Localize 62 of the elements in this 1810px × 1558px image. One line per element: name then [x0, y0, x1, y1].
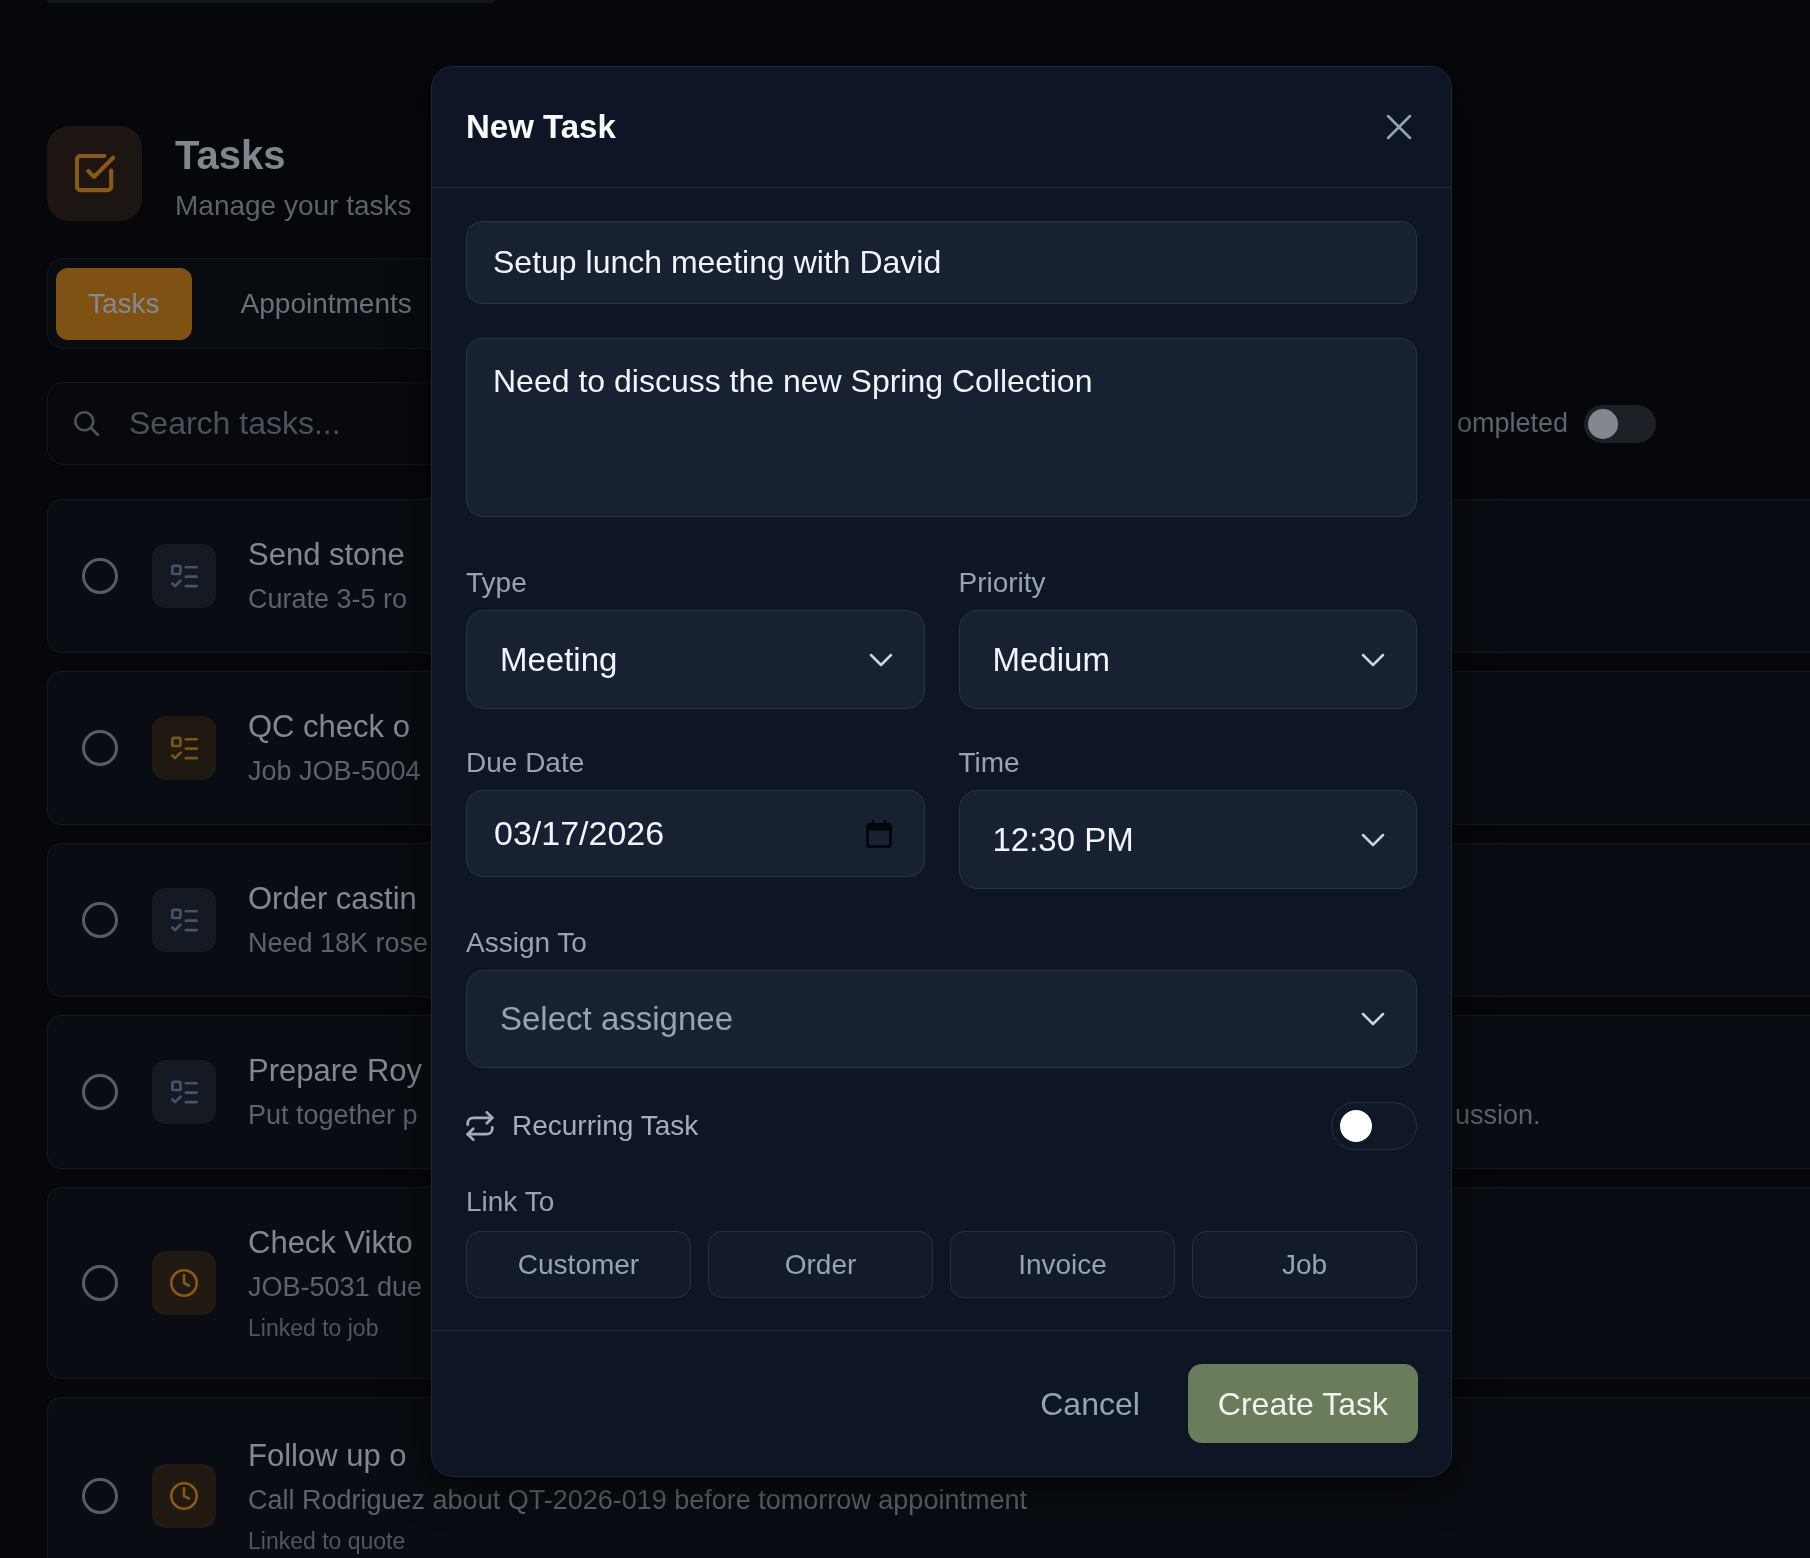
task-link-note: Linked to job [248, 1314, 379, 1343]
field-label: Link To [466, 1185, 555, 1219]
dropdown[interactable]: 12:30 PM [958, 790, 1417, 889]
checkbox[interactable] [82, 730, 118, 766]
dropdown[interactable]: Medium [958, 610, 1417, 709]
task-description: JOB-5031 due [248, 1271, 423, 1304]
description-field[interactable]: Need to discuss the new Spring Collection [466, 338, 1417, 517]
link-option-button[interactable]: Job [1192, 1231, 1417, 1298]
task-card[interactable]: Order castin Need 18K rose [47, 843, 431, 997]
task-description: Job JOB-5004 [248, 755, 421, 788]
task-title: Check Vikto [248, 1224, 413, 1262]
chevron-down-icon [1361, 1012, 1385, 1026]
toggle-switch[interactable] [1331, 1102, 1417, 1150]
task-card[interactable]: Send stone Curate 3-5 ro [47, 499, 431, 653]
title-input[interactable]: Setup lunch meeting with David [466, 221, 1417, 304]
toggle-switch[interactable] [1584, 404, 1656, 443]
chevron-down-icon [868, 652, 893, 667]
task-description: Curate 3-5 ro [248, 583, 408, 616]
checkbox[interactable] [82, 902, 118, 938]
task-description: ussion. [1455, 1099, 1541, 1132]
search-icon [73, 410, 100, 437]
link-option-button[interactable]: Invoice [950, 1231, 1175, 1298]
create-button[interactable]: Create Task [1187, 1364, 1418, 1443]
task-card[interactable]: Prepare Roy Put together p [47, 1015, 431, 1169]
date-field[interactable]: 03/17/2026 [466, 790, 925, 877]
dialog-title: New Task [466, 107, 616, 148]
task-title: Prepare Roy [248, 1052, 423, 1090]
page-title: Tasks [175, 132, 286, 179]
checked-box-icon [47, 126, 142, 221]
task-description: Need 18K rose [248, 927, 429, 960]
task-card[interactable]: Check Vikto JOB-5031 due Linked to job [47, 1187, 431, 1379]
close-button[interactable] [1386, 114, 1412, 140]
task-title: QC check o [248, 708, 410, 746]
close-icon [1386, 114, 1412, 140]
task-title: Order castin [248, 880, 417, 918]
repeat-icon [466, 1111, 494, 1141]
task-title: Send stone [248, 536, 405, 574]
dropdown[interactable]: Select assignee [466, 970, 1417, 1068]
link-option-button[interactable]: Order [708, 1231, 933, 1298]
page-subtitle: Manage your tasks [175, 189, 412, 223]
chevron-down-icon [1361, 652, 1385, 667]
dropdown[interactable]: Meeting [466, 610, 925, 709]
task-description: Put together p [248, 1099, 418, 1132]
checkbox[interactable] [82, 1074, 118, 1110]
task-link-note: Linked to quote [248, 1527, 406, 1556]
checkbox[interactable] [82, 1478, 118, 1514]
task-description: Call Rodriguez about QT-2026-019 before tomorrow appointment [248, 1484, 1027, 1517]
task-card[interactable]: QC check o Job JOB-5004 [47, 671, 431, 825]
link-option-button[interactable]: Customer [466, 1231, 691, 1298]
field-label: Type [466, 566, 527, 600]
chevron-down-icon [1361, 832, 1385, 847]
checkbox[interactable] [82, 1265, 118, 1301]
toggle-label: ompleted [1456, 407, 1568, 441]
field-label: Due Date [466, 746, 585, 780]
checkbox[interactable] [82, 558, 118, 594]
task-title: Follow up o [248, 1437, 407, 1475]
field-label: Assign To [466, 926, 587, 960]
field-label: Priority [958, 566, 1046, 600]
search-field[interactable]: Search tasks... [47, 382, 431, 465]
toggle-label: Recurring Task [512, 1109, 699, 1143]
tab[interactable]: Appointments [208, 267, 418, 340]
field-label: Time [958, 746, 1020, 780]
